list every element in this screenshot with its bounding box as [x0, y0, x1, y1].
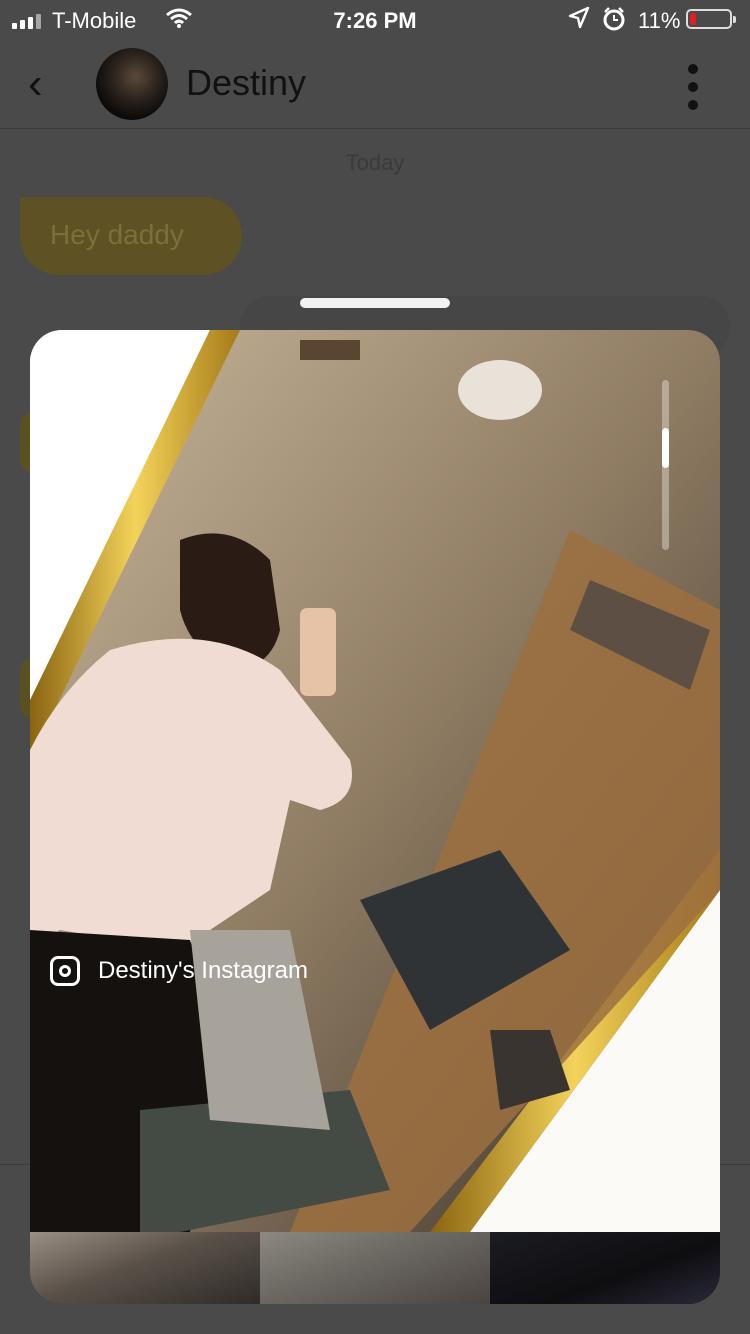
- alarm-icon: [603, 7, 625, 31]
- instagram-source-text: Destiny's Instagram: [98, 957, 308, 984]
- avatar[interactable]: [96, 48, 168, 120]
- sheet-drag-handle[interactable]: [300, 298, 450, 308]
- kebab-menu-icon[interactable]: [686, 64, 700, 110]
- photo[interactable]: [30, 330, 720, 1232]
- thumbnail-strip: [30, 1232, 720, 1304]
- thumbnail[interactable]: [260, 1232, 490, 1304]
- contact-name[interactable]: Destiny: [186, 62, 306, 104]
- conversation-header: ‹ Destiny: [0, 40, 750, 129]
- instagram-icon: [50, 956, 80, 986]
- location-icon: [568, 6, 590, 29]
- status-bar: T-Mobile 7:26 PM 11%: [0, 0, 750, 40]
- battery-percent: 11%: [638, 8, 681, 33]
- thumbnail[interactable]: [30, 1232, 260, 1304]
- scrollbar-thumb[interactable]: [662, 428, 669, 468]
- battery-icon: [686, 9, 736, 29]
- photo-viewer-modal: [30, 330, 720, 1304]
- instagram-source-label[interactable]: Destiny's Instagram: [50, 956, 308, 986]
- thumbnail[interactable]: [490, 1232, 720, 1304]
- date-divider: Today: [345, 150, 405, 175]
- message-bubble[interactable]: Hey daddy: [20, 197, 242, 275]
- back-chevron-icon[interactable]: ‹: [28, 62, 43, 106]
